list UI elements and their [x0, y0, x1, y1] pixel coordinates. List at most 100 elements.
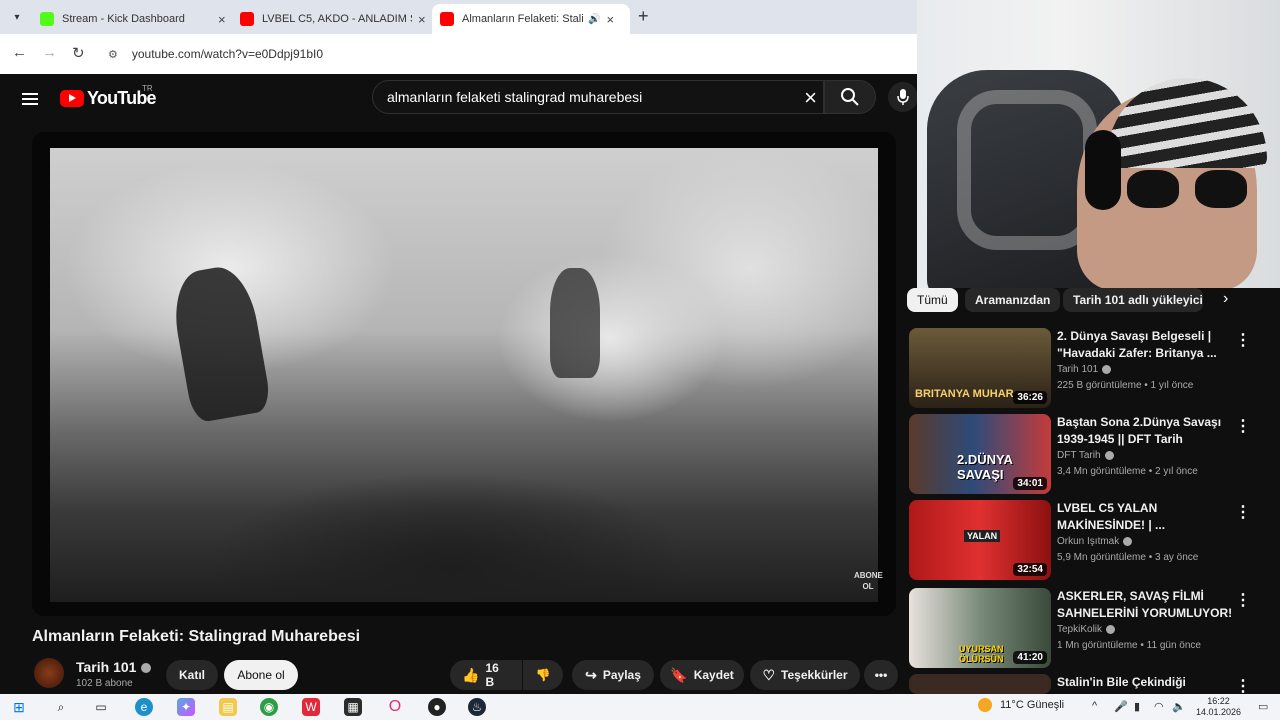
close-tab-icon[interactable]: ×: [418, 12, 426, 27]
list-item[interactable]: 2.DÜNYA SAVAŞI 34:01 Baştan Sona 2.Dünya…: [909, 414, 1269, 494]
url-field[interactable]: ⚙ youtube.com/watch?v=e0Ddpj91bI0: [100, 40, 910, 68]
close-tab-icon[interactable]: ×: [218, 12, 226, 27]
tab-search-icon[interactable]: ▾: [6, 6, 28, 28]
clear-search-icon[interactable]: ×: [804, 85, 817, 111]
thanks-button[interactable]: ♡ Teşekkürler: [750, 660, 860, 690]
verified-icon: [1123, 536, 1133, 546]
copilot-icon[interactable]: ✦: [177, 698, 195, 716]
video-thumbnail[interactable]: YALAN 32:54: [909, 500, 1051, 580]
notification-icon[interactable]: ▭: [1258, 700, 1268, 713]
join-button[interactable]: Katıl: [166, 660, 218, 690]
browser-tab-kick[interactable]: Stream - Kick Dashboard ×: [32, 4, 234, 34]
obs-icon[interactable]: ●: [428, 698, 446, 716]
like-button[interactable]: 👍 16 B: [450, 660, 522, 690]
chip-from-uploader[interactable]: Tarih 101 adlı yükleyicid: [1063, 288, 1203, 312]
channel-name[interactable]: Tarih 101: [1057, 364, 1237, 375]
channel-name[interactable]: TepkiKolik: [1057, 624, 1237, 635]
more-vertical-icon[interactable]: ⋮: [1235, 502, 1251, 522]
close-tab-icon[interactable]: ×: [606, 12, 614, 27]
more-vertical-icon[interactable]: ⋮: [1235, 676, 1251, 694]
duration-badge: 36:26: [1013, 391, 1047, 404]
new-tab-button[interactable]: +: [638, 6, 649, 27]
volume-icon[interactable]: 🔈: [1172, 700, 1186, 713]
address-bar-row: ← → ↻ ⚙ youtube.com/watch?v=e0Ddpj91bI0: [0, 34, 917, 74]
taskbar-clock[interactable]: 16:22 14.01.2026: [1196, 696, 1241, 718]
chrome-icon[interactable]: ◉: [260, 698, 278, 716]
video-title[interactable]: Baştan Sona 2.Dünya Savaşı 1939-1945 || …: [1057, 414, 1237, 448]
forward-arrow-icon[interactable]: →: [42, 44, 57, 61]
video-thumbnail[interactable]: [909, 674, 1051, 694]
bookmark-icon: 🔖: [670, 666, 688, 683]
weather-widget[interactable]: 11°C Güneşli: [978, 698, 1064, 712]
browser-tab-stalingrad[interactable]: Almanların Felaketi: Stalingrad 🔊 ×: [432, 4, 630, 34]
list-item[interactable]: UYURSAN ÖLÜRSÜN 41:20 ASKERLER, SAVAŞ Fİ…: [909, 588, 1269, 668]
more-vertical-icon[interactable]: ⋮: [1235, 416, 1251, 436]
dislike-button[interactable]: 👎: [523, 660, 563, 690]
more-actions-button[interactable]: •••: [864, 660, 898, 690]
file-explorer-icon[interactable]: ▤: [219, 698, 237, 716]
battery-icon[interactable]: ▮: [1134, 700, 1140, 713]
verified-icon: [1102, 364, 1112, 374]
channel-name[interactable]: DFT Tarih: [1057, 450, 1237, 461]
site-info-icon[interactable]: ⚙: [108, 48, 118, 61]
browser-tab-lvbel[interactable]: LVBEL C5, AKDO - ANLADIM SEN... ×: [232, 4, 434, 34]
windows-start-icon[interactable]: ⊞: [10, 698, 28, 716]
webcam-overlay: [917, 0, 1280, 288]
chevron-right-icon[interactable]: ›: [1223, 290, 1228, 308]
subscriber-count: 102 B abone: [76, 678, 133, 689]
channel-name[interactable]: Orkun Işıtmak: [1057, 536, 1237, 547]
search-button[interactable]: [824, 80, 876, 114]
thumbnail-caption: BRITANYA MUHAR: [915, 388, 1014, 400]
chevron-up-icon[interactable]: ^: [1092, 700, 1097, 712]
chip-from-search[interactable]: Aramanızdan: [965, 288, 1061, 312]
sun-icon: [978, 698, 992, 712]
channel-name[interactable]: Tarih 101: [76, 659, 152, 675]
sunglasses: [1127, 170, 1247, 210]
more-vertical-icon[interactable]: ⋮: [1235, 330, 1251, 350]
chip-all[interactable]: Tümü: [907, 288, 958, 312]
back-arrow-icon[interactable]: ←: [12, 44, 27, 61]
youtube-logo[interactable]: YouTube TR: [60, 84, 157, 109]
video-title[interactable]: 2. Dünya Savaşı Belgeseli | "Havadaki Za…: [1057, 328, 1237, 362]
youtube-page: YouTube TR almanların felaketi stalingra…: [0, 74, 918, 694]
thumbnail-caption: YALAN: [964, 530, 1001, 542]
like-count: 16 B: [485, 661, 499, 689]
video-player[interactable]: ABONE OL: [32, 132, 896, 616]
opera-icon[interactable]: O: [386, 698, 404, 716]
voice-search-button[interactable]: [888, 82, 918, 112]
list-item[interactable]: BRITANYA MUHAR 36:26 2. Dünya Savaşı Bel…: [909, 328, 1269, 408]
menu-icon[interactable]: [22, 90, 38, 108]
wifi-icon[interactable]: ◠: [1154, 700, 1164, 713]
app-w-icon[interactable]: W: [302, 698, 320, 716]
list-item[interactable]: YALAN 32:54 LVBEL C5 YALAN MAKİNESİNDE! …: [909, 500, 1269, 580]
search-input[interactable]: almanların felaketi stalingrad muharebes…: [372, 80, 824, 114]
video-thumbnail[interactable]: 2.DÜNYA SAVAŞI 34:01: [909, 414, 1051, 494]
video-thumbnail[interactable]: BRITANYA MUHAR 36:26: [909, 328, 1051, 408]
steam-icon[interactable]: ♨: [468, 698, 486, 716]
subscribe-button[interactable]: Abone ol: [224, 660, 298, 690]
app-game-icon[interactable]: ▦: [344, 698, 362, 716]
video-title[interactable]: ASKERLER, SAVAŞ FİLMİ SAHNELERİNİ YORUML…: [1057, 588, 1237, 622]
more-vertical-icon[interactable]: ⋮: [1235, 590, 1251, 610]
video-title[interactable]: LVBEL C5 YALAN MAKİNESİNDE! | ...: [1057, 500, 1237, 534]
list-item[interactable]: Stalin'in Bile Çekindiği Komutan ⋮: [909, 674, 1269, 694]
duration-badge: 32:54: [1013, 563, 1047, 576]
video-thumbnail[interactable]: UYURSAN ÖLÜRSÜN 41:20: [909, 588, 1051, 668]
save-button[interactable]: 🔖 Kaydet: [660, 660, 744, 690]
youtube-favicon-icon: [440, 12, 454, 26]
tab-title: Stream - Kick Dashboard: [62, 13, 185, 25]
channel-name-text: Tarih 101: [76, 659, 137, 675]
share-button[interactable]: ↪ Paylaş: [572, 660, 654, 690]
channel-name-text: TepkiKolik: [1057, 624, 1103, 635]
video-title[interactable]: Stalin'in Bile Çekindiği Komutan: [1057, 674, 1237, 691]
reload-icon[interactable]: ↻: [72, 44, 85, 62]
audio-playing-icon[interactable]: 🔊: [588, 14, 600, 25]
microphone-tray-icon[interactable]: 🎤: [1114, 700, 1128, 713]
filter-chips: Tümü Aramanızdan Tarih 101 adlı yükleyic…: [907, 288, 1280, 314]
duration-badge: 41:20: [1013, 651, 1047, 664]
search-icon[interactable]: ⌕: [52, 698, 70, 716]
task-view-icon[interactable]: ▭: [92, 698, 110, 716]
edge-icon[interactable]: e: [135, 698, 153, 716]
channel-avatar[interactable]: [34, 658, 64, 688]
video-frame: [50, 148, 878, 602]
